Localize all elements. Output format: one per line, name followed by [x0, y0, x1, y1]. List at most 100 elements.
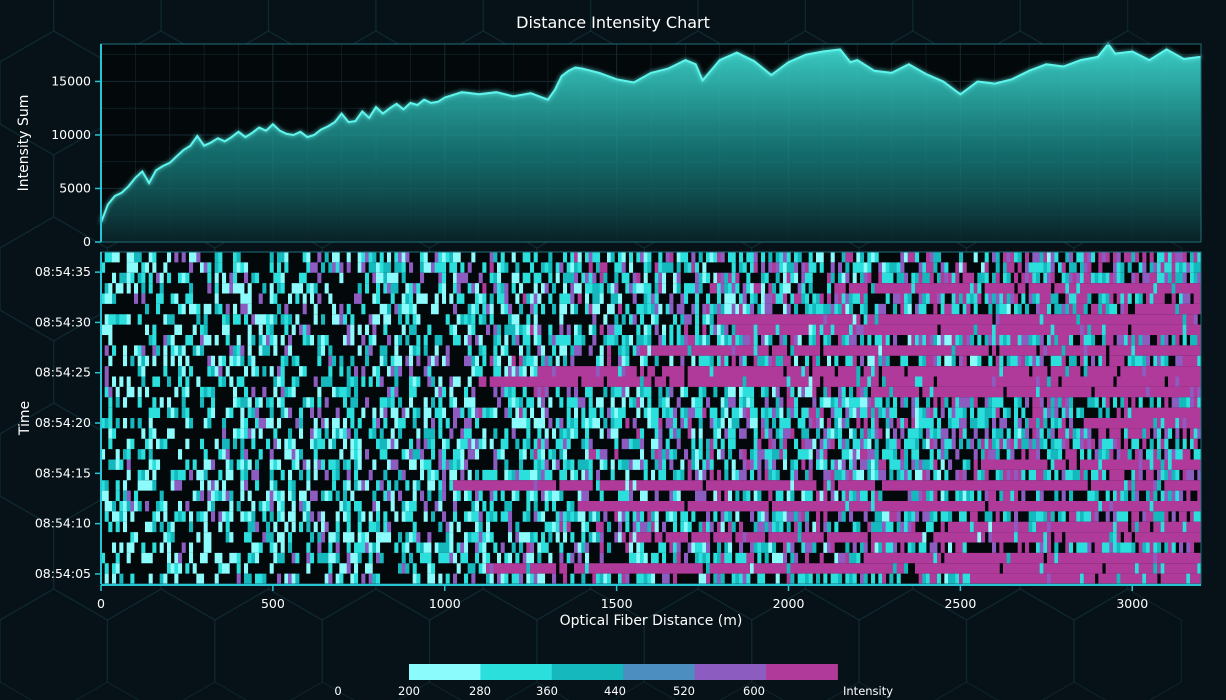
heatmap-cell: [508, 521, 513, 533]
heatmap-cell: [841, 397, 846, 408]
heatmap-cell: [126, 262, 139, 273]
heatmap-cell: [126, 438, 131, 450]
heatmap-cell: [614, 511, 619, 522]
heatmap-cell: [651, 449, 656, 460]
heatmap-cell: [306, 521, 311, 533]
heatmap-cell: [900, 418, 905, 429]
heatmap-cell: [926, 262, 934, 273]
heatmap-cell: [196, 345, 201, 356]
heatmap-cell: [427, 355, 432, 367]
heatmap-cell: [779, 324, 810, 336]
heatmap-cell: [874, 335, 883, 346]
heatmap-cell: [636, 511, 641, 522]
heatmap-cell: [687, 501, 769, 512]
heatmap-cell: [702, 324, 707, 336]
heatmap-cell: [713, 324, 718, 336]
heatmap-cell: [834, 283, 846, 294]
heatmap-cell: [493, 563, 527, 574]
heatmap-cell: [1116, 407, 1121, 419]
heatmap-cell: [493, 459, 498, 470]
heatmap-cell: [731, 303, 736, 315]
heatmap-cell: [533, 532, 538, 543]
heatmap-cell: [346, 480, 351, 491]
heatmap-cell: [247, 407, 252, 419]
heatmap-cell: [618, 490, 630, 502]
heatmap-cell: [1050, 324, 1055, 336]
heatmap-cell: [214, 283, 219, 294]
heatmap-cell: [339, 386, 348, 398]
heatmap-cell: [893, 542, 898, 553]
heatmap-cell: [1047, 449, 1052, 460]
heatmap-cell: [1131, 345, 1136, 356]
heatmap-cell: [812, 335, 817, 346]
heatmap-cell: [258, 397, 263, 408]
heatmap-cell: [662, 573, 670, 585]
heatmap-cell: [812, 376, 821, 387]
heatmap-cell: [269, 511, 274, 522]
heatmap-cell: [497, 552, 502, 564]
heatmap-cell: [581, 407, 586, 419]
heatmap-cell: [563, 283, 568, 294]
heatmap-cell: [189, 283, 194, 294]
heatmap-cell: [698, 469, 703, 481]
heatmap-cell: [948, 459, 953, 470]
heatmap-cell: [126, 283, 131, 294]
heatmap-cell: [669, 511, 674, 522]
heatmap-cell: [618, 573, 623, 585]
heatmap-cell: [684, 418, 689, 429]
heatmap-cell: [277, 252, 285, 263]
heatmap-cell: [262, 366, 267, 377]
heatmap-cell: [724, 324, 729, 336]
heatmap-cell: [900, 293, 905, 304]
heatmap-cell: [537, 438, 542, 450]
heatmap-cell: [313, 449, 318, 460]
heatmap-cell: [1157, 542, 1162, 553]
heatmap-cell: [915, 438, 920, 450]
heatmap-cell: [757, 469, 762, 481]
heatmap-cell: [1193, 293, 1202, 304]
heatmap-cell: [823, 428, 828, 439]
heatmap-cell: [317, 459, 322, 470]
heatmap-cell: [555, 355, 560, 367]
heatmap-cell: [511, 335, 516, 346]
heatmap-cell: [244, 386, 249, 398]
heatmap-cell: [706, 459, 711, 470]
heatmap-cell: [1164, 355, 1169, 367]
heatmap-cell: [995, 407, 1000, 419]
heatmap-cell: [269, 542, 274, 553]
heatmap-cell: [889, 262, 898, 273]
heatmap-cell: [944, 303, 953, 315]
heatmap-cell: [145, 386, 150, 398]
heatmap-cell: [273, 552, 278, 564]
heatmap-cell: [1061, 355, 1066, 367]
heatmap-cell: [526, 355, 535, 367]
heatmap-cell: [302, 293, 307, 304]
heatmap-cell: [273, 314, 278, 325]
heatmap-cell: [181, 407, 186, 419]
heatmap-cell: [203, 511, 208, 522]
heatmap-cell: [1113, 521, 1118, 533]
heatmap-cell: [999, 418, 1008, 429]
heatmap-cell: [346, 501, 351, 512]
heatmap-cell: [185, 272, 190, 284]
heatmap-cell: [614, 407, 619, 419]
heatmap-cell: [196, 532, 201, 543]
heatmap-cell: [269, 490, 274, 502]
heatmap-cell: [654, 511, 659, 522]
heatmap-cell: [977, 532, 982, 543]
heatmap-cell: [409, 532, 414, 543]
heatmap-cell: [1179, 303, 1202, 315]
heatmap-cell: [805, 521, 810, 533]
heatmap-cell: [753, 252, 758, 263]
heatmap-cell: [200, 386, 205, 398]
heatmap-cell: [1069, 252, 1074, 263]
heatmap-cell: [379, 407, 384, 419]
heatmap-cell: [658, 418, 663, 429]
heatmap-cell: [394, 345, 399, 356]
heatmap-cell: [1102, 438, 1114, 450]
heatmap-cell: [365, 563, 373, 574]
heatmap-cell: [258, 501, 263, 512]
heatmap-cell: [324, 252, 329, 263]
heatmap-cell: [449, 459, 454, 470]
heatmap-cell: [383, 283, 388, 294]
